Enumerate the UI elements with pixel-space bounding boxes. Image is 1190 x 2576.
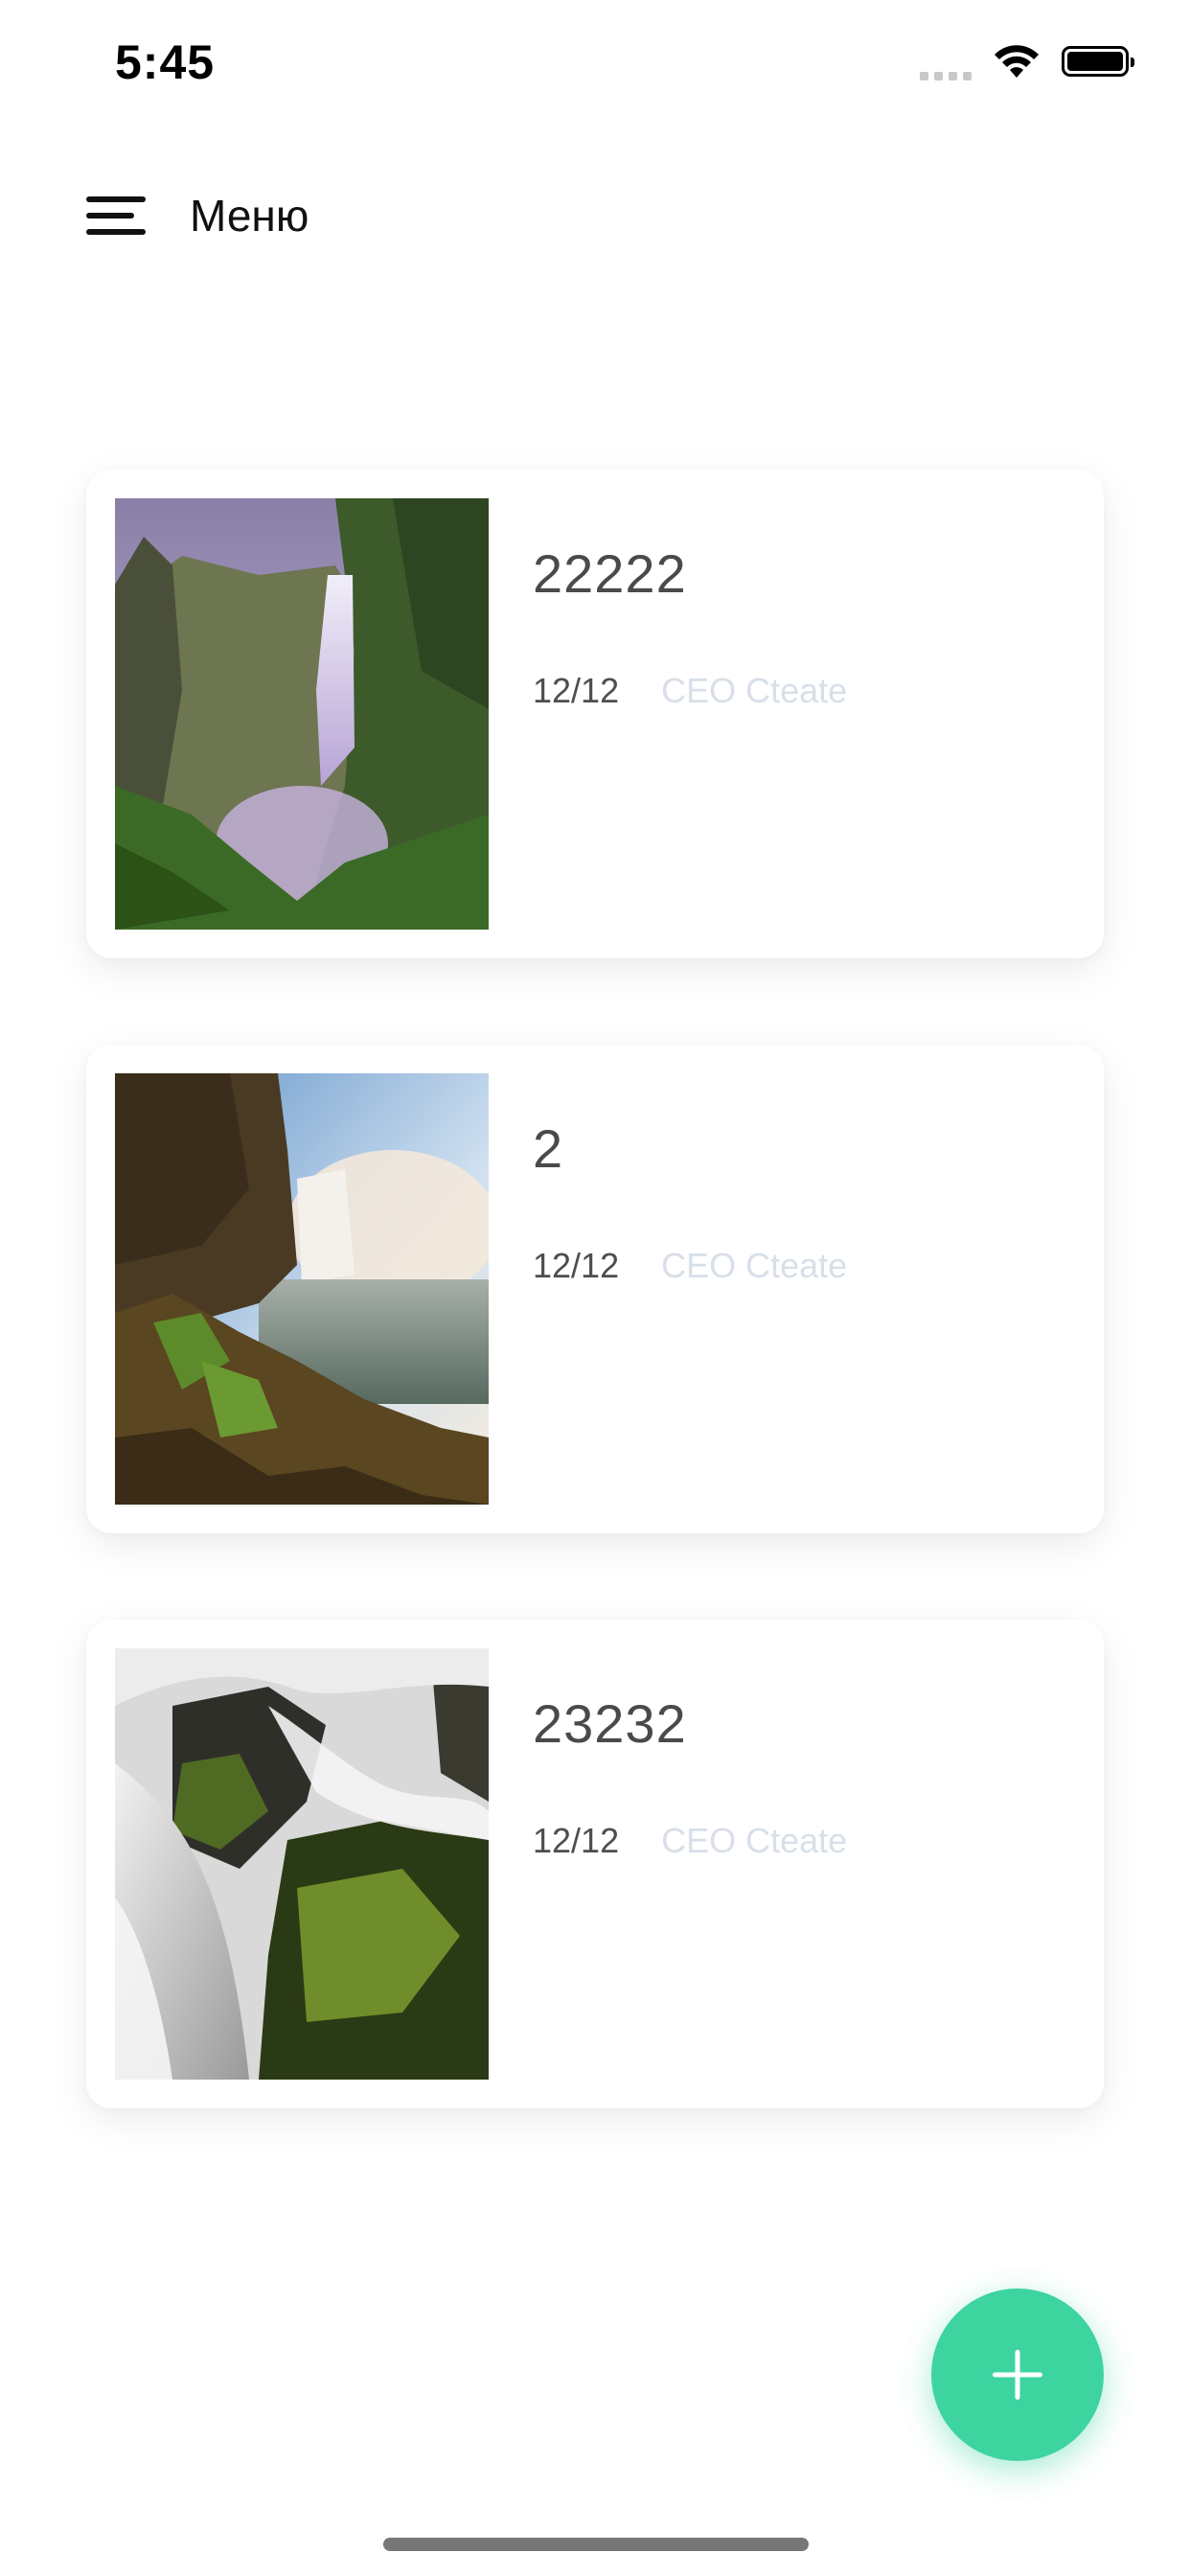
article-list: 22222 12/12 CEO Cteate 2 12/12 CEO Cteat… (86, 470, 1104, 2195)
waterfall-coast-photo (115, 1073, 489, 1505)
wifi-icon (995, 45, 1039, 78)
status-time: 5:45 (115, 35, 216, 89)
article-meta: 12/12 CEO Cteate (533, 671, 847, 711)
waterfall-rocks-photo (115, 1648, 489, 2080)
status-indicators (920, 42, 1134, 80)
app-header: Меню (86, 182, 309, 249)
article-card[interactable]: 2 12/12 CEO Cteate (86, 1045, 1104, 1533)
article-author: CEO Cteate (661, 671, 848, 710)
status-bar: 5:45 (0, 0, 1190, 125)
battery-icon (1062, 46, 1134, 77)
hamburger-menu-icon[interactable] (86, 193, 148, 239)
plus-icon (993, 2350, 1042, 2400)
page-title: Меню (190, 191, 309, 241)
cellular-signal-icon (920, 42, 972, 80)
article-meta: 12/12 CEO Cteate (533, 1246, 847, 1286)
article-author: CEO Cteate (661, 1246, 848, 1285)
article-title: 22222 (533, 543, 687, 604)
home-indicator[interactable] (383, 2538, 809, 2551)
article-title: 23232 (533, 1693, 687, 1754)
article-title: 2 (533, 1118, 564, 1179)
article-meta: 12/12 CEO Cteate (533, 1821, 847, 1861)
article-card[interactable]: 22222 12/12 CEO Cteate (86, 470, 1104, 958)
article-date: 12/12 (533, 671, 620, 710)
article-date: 12/12 (533, 1246, 620, 1285)
article-card[interactable]: 23232 12/12 CEO Cteate (86, 1620, 1104, 2108)
waterfall-cliff-photo (115, 498, 489, 930)
article-date: 12/12 (533, 1821, 620, 1860)
add-button[interactable] (931, 2288, 1104, 2461)
article-author: CEO Cteate (661, 1821, 848, 1860)
